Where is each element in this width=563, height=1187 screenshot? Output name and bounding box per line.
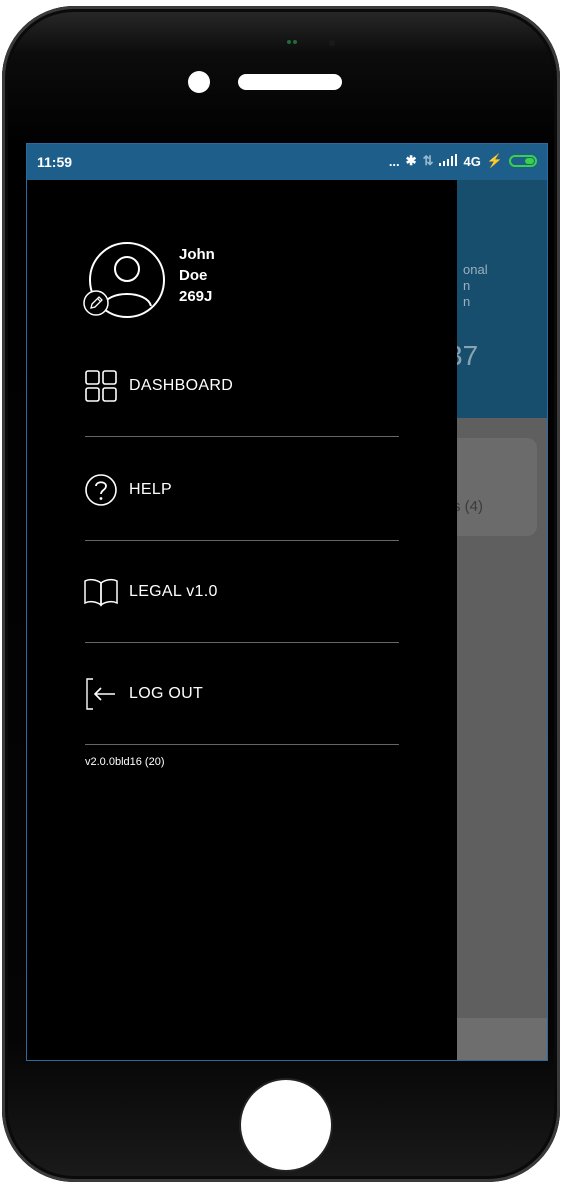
network-type: 4G [463, 153, 481, 169]
background-text: n [463, 278, 471, 293]
background-text: onal [463, 262, 488, 277]
sensor-dot [287, 40, 291, 44]
divider [85, 540, 399, 541]
home-button[interactable] [241, 1080, 331, 1170]
app-version: v2.0.0bld16 (20) [85, 756, 165, 768]
user-info: John Doe 269J [179, 244, 215, 307]
divider [85, 642, 399, 643]
bluetooth-icon: ✱ [405, 153, 417, 168]
sensor-dot [293, 40, 297, 44]
user-first-name: John [179, 246, 215, 263]
background-card [447, 438, 537, 536]
signal-icon [439, 153, 458, 169]
menu-item-dashboard[interactable]: DASHBOARD [83, 364, 403, 408]
menu-item-legal[interactable]: LEGAL v1.0 [83, 570, 403, 614]
grid-icon [83, 368, 119, 404]
question-circle-icon [83, 472, 119, 508]
user-profile: John Doe 269J [83, 240, 387, 320]
data-transfer-icon: ⇅ [422, 153, 434, 168]
navigation-drawer: John Doe 269J DASHBOARD HELP LEGAL v1.0 … [27, 180, 457, 1060]
status-time: 11:59 [37, 154, 73, 170]
divider [85, 436, 399, 437]
notification-dots: ... [388, 153, 400, 169]
earpiece-speaker [238, 74, 342, 90]
book-icon [83, 574, 119, 610]
divider [85, 744, 399, 745]
front-camera [188, 71, 210, 93]
status-icons: ... ✱ ⇅ 4G ⚡ [389, 153, 537, 169]
sensor-dots [287, 40, 347, 48]
battery-icon [509, 155, 537, 167]
menu-item-label: LEGAL v1.0 [129, 583, 218, 600]
menu-item-help[interactable]: HELP [83, 468, 403, 512]
menu-item-label: LOG OUT [129, 685, 204, 702]
status-bar: 11:59 ... ✱ ⇅ 4G ⚡ [27, 144, 547, 180]
phone-screen: 11:59 ... ✱ ⇅ 4G ⚡ onal n n 37 s (4) Joh… [26, 143, 548, 1061]
charging-icon: ⚡ [486, 153, 503, 168]
pencil-icon[interactable] [83, 290, 109, 316]
user-id: 269J [179, 288, 213, 305]
menu-item-label: HELP [129, 481, 172, 498]
user-last-name: Doe [179, 267, 208, 284]
menu-item-logout[interactable]: LOG OUT [83, 672, 403, 716]
menu-item-label: DASHBOARD [129, 377, 234, 394]
sensor-dot [329, 40, 335, 46]
logout-arrow-icon [83, 676, 119, 712]
background-text: n [463, 294, 471, 309]
background-card-text: s (4) [453, 498, 483, 515]
